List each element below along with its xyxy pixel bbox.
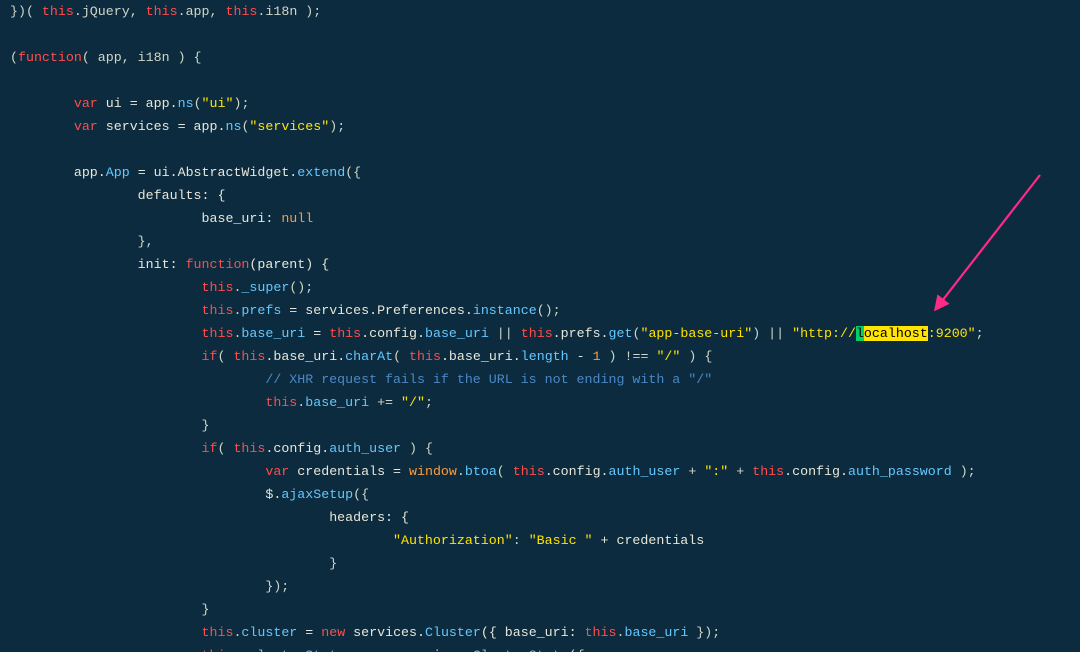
code-line: if( this.config.auth_user ) { <box>202 441 433 456</box>
code-line: defaults: { <box>138 188 226 203</box>
code-line: this._clusterState = new services.Cluste… <box>202 648 585 652</box>
code-line: } <box>202 602 210 617</box>
search-match: ocalhost <box>864 326 928 341</box>
code-line: }); <box>265 579 289 594</box>
code-line: headers: { <box>329 510 409 525</box>
code-line: var ui = app.ns("ui"); <box>74 96 250 111</box>
code-line: this.base_uri = this.config.base_uri || … <box>202 326 984 341</box>
code-line: } <box>329 556 337 571</box>
code-line: if( this.base_uri.charAt( this.base_uri.… <box>202 349 713 364</box>
code-line: this._super(); <box>202 280 314 295</box>
comment: // XHR request fails if the URL is not e… <box>265 372 712 387</box>
search-match-current: l <box>856 326 864 341</box>
code-line: app.App = ui.AbstractWidget.extend({ <box>74 165 361 180</box>
code-editor[interactable]: })( this.jQuery, this.app, this.i18n ); … <box>0 0 1080 652</box>
code-line: })( this.jQuery, this.app, this.i18n ); <box>10 4 321 19</box>
code-line: "Authorization": "Basic " + credentials <box>393 533 704 548</box>
code-line: this.prefs = services.Preferences.instan… <box>202 303 561 318</box>
code-line: } <box>202 418 210 433</box>
code-line: this.base_uri += "/"; <box>265 395 433 410</box>
code-line: base_uri: null <box>202 211 314 226</box>
code-line: var credentials = window.btoa( this.conf… <box>265 464 975 479</box>
code-line: (function( app, i18n ) { <box>10 50 202 65</box>
code-line: this.cluster = new services.Cluster({ ba… <box>202 625 721 640</box>
code-line: $.ajaxSetup({ <box>265 487 369 502</box>
code-line: var services = app.ns("services"); <box>74 119 345 134</box>
code-line: init: function(parent) { <box>138 257 330 272</box>
code-line: }, <box>138 234 154 249</box>
